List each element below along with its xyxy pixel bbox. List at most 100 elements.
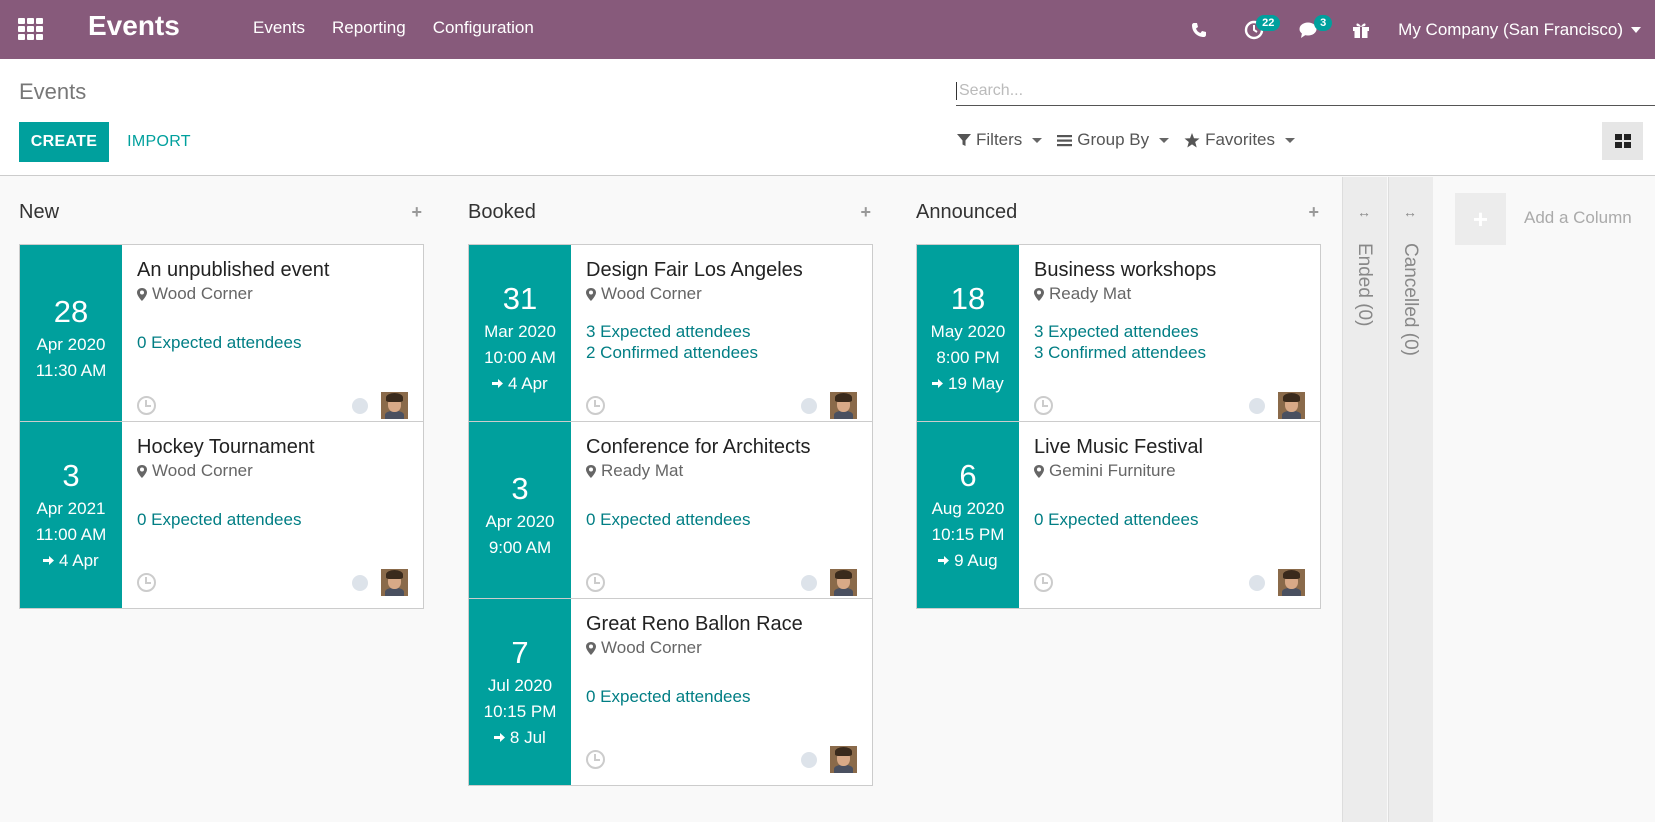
event-name: Hockey Tournament — [137, 436, 315, 458]
kanban-state-dot[interactable] — [352, 397, 368, 414]
chat-icon[interactable]: 3 — [1290, 0, 1333, 59]
activity-icon[interactable]: 22 — [1234, 0, 1281, 59]
kanban-icon — [1614, 134, 1631, 148]
event-date: 6 Aug 2020 10:15 PM 9 Aug — [917, 422, 1019, 608]
expected-attendees: 3 Expected attendees — [586, 322, 751, 341]
expected-attendees: 0 Expected attendees — [586, 510, 751, 529]
apps-menu-icon[interactable] — [18, 18, 43, 40]
event-location: Wood Corner — [137, 461, 408, 481]
event-card[interactable]: 6 Aug 2020 10:15 PM 9 Aug Live Music Fes… — [916, 421, 1321, 609]
event-card[interactable]: 18 May 2020 8:00 PM 19 May Business work… — [916, 244, 1321, 432]
event-card[interactable]: 7 Jul 2020 10:15 PM 8 Jul Great Reno Bal… — [468, 598, 873, 786]
kanban-column-cancelled-folded[interactable]: ↔ Cancelled (0) — [1388, 177, 1433, 822]
quick-create-icon[interactable]: + — [411, 202, 422, 223]
activity-clock-icon[interactable] — [137, 396, 156, 415]
favorites-label: Favorites — [1205, 130, 1276, 149]
kanban-board: New + 28 Apr 2020 11:30 AM An unpublishe… — [0, 177, 1655, 822]
kanban-view-button[interactable] — [1602, 122, 1643, 160]
expected-attendees: 3 Expected attendees — [1034, 322, 1199, 341]
event-end-date: 4 Apr — [59, 551, 99, 570]
caret-down-icon — [1159, 137, 1170, 143]
column-header: Booked + — [468, 197, 873, 227]
kanban-state-dot[interactable] — [1249, 397, 1265, 414]
user-avatar — [1278, 569, 1305, 596]
gift-icon[interactable] — [1346, 0, 1376, 59]
groupby-dropdown[interactable]: Group By — [1057, 130, 1170, 150]
favorites-dropdown[interactable]: Favorites — [1184, 130, 1296, 150]
quick-create-icon[interactable]: + — [1308, 202, 1319, 223]
event-date: 3 Apr 2021 11:00 AM 4 Apr — [20, 422, 122, 608]
event-month: Aug 2020 — [931, 499, 1005, 518]
kanban-state-dot[interactable] — [801, 397, 817, 414]
filter-icon — [957, 134, 971, 146]
expand-arrows-icon: ↔ — [1403, 204, 1417, 220]
app-brand[interactable]: Events — [88, 10, 180, 42]
event-time: 9:00 AM — [488, 538, 552, 557]
arrow-right-icon — [494, 733, 506, 742]
event-card[interactable]: 31 Mar 2020 10:00 AM 4 Apr Design Fair L… — [468, 244, 873, 432]
event-attendees: 0 Expected attendees — [137, 509, 408, 530]
event-month: Apr 2020 — [36, 335, 106, 354]
user-avatar — [381, 569, 408, 596]
event-day: 28 — [53, 294, 89, 329]
kanban-state-dot[interactable] — [801, 574, 817, 591]
folded-column-title: Cancelled (0) — [1400, 243, 1421, 356]
add-column-button[interactable]: + — [1455, 193, 1506, 245]
breadcrumb: Events — [19, 79, 87, 104]
event-date: 7 Jul 2020 10:15 PM 8 Jul — [469, 599, 571, 785]
event-end: 9 Aug — [938, 548, 998, 574]
activity-clock-icon[interactable] — [1034, 573, 1053, 592]
activity-clock-icon[interactable] — [586, 573, 605, 592]
phone-icon[interactable] — [1184, 0, 1214, 59]
event-location: Wood Corner — [586, 284, 857, 304]
event-month: Mar 2020 — [484, 322, 556, 341]
event-attendees: 3 Expected attendees 3 Confirmed attende… — [1034, 321, 1305, 363]
event-card[interactable]: 28 Apr 2020 11:30 AM An unpublished even… — [19, 244, 424, 432]
quick-create-icon[interactable]: + — [860, 202, 871, 223]
systray: 22 3 My Company (San Francisco) — [1184, 0, 1655, 59]
caret-down-icon — [1032, 137, 1043, 143]
column-title: Booked — [468, 200, 536, 223]
caret-down-icon — [1285, 137, 1296, 143]
event-attendees: 0 Expected attendees — [586, 509, 857, 530]
folded-column-title: Ended (0) — [1354, 243, 1375, 327]
kanban-state-dot[interactable] — [801, 751, 817, 768]
expected-attendees: 0 Expected attendees — [137, 510, 302, 529]
activity-clock-icon[interactable] — [137, 573, 156, 592]
menu-item-configuration[interactable]: Configuration — [433, 18, 534, 38]
map-marker-icon — [137, 287, 147, 301]
filters-dropdown[interactable]: Filters — [957, 130, 1043, 150]
event-end: 19 May — [932, 371, 1004, 397]
search-bar — [956, 76, 1655, 106]
add-column-label[interactable]: Add a Column — [1524, 208, 1632, 228]
activity-clock-icon[interactable] — [1034, 396, 1053, 415]
event-day: 3 — [511, 471, 529, 506]
event-time: 8:00 PM — [936, 348, 1000, 367]
kanban-state-dot[interactable] — [352, 574, 368, 591]
event-month: Apr 2021 — [36, 499, 106, 518]
groupby-label: Group By — [1077, 130, 1150, 149]
company-switcher[interactable]: My Company (San Francisco) — [1398, 20, 1641, 40]
event-time: 11:00 AM — [35, 525, 107, 544]
create-button[interactable]: CREATE — [19, 122, 109, 162]
event-date: 28 Apr 2020 11:30 AM — [20, 245, 122, 431]
arrow-right-icon — [492, 379, 504, 388]
search-input[interactable] — [956, 81, 1655, 100]
event-card[interactable]: 3 Apr 2020 9:00 AM Conference for Archit… — [468, 421, 873, 609]
event-day: 7 — [511, 635, 529, 670]
event-date: 31 Mar 2020 10:00 AM 4 Apr — [469, 245, 571, 431]
event-end-date: 9 Aug — [954, 551, 998, 570]
activity-clock-icon[interactable] — [586, 396, 605, 415]
user-avatar — [830, 569, 857, 596]
kanban-state-dot[interactable] — [1249, 574, 1265, 591]
menu-item-reporting[interactable]: Reporting — [332, 18, 406, 38]
event-card[interactable]: 3 Apr 2021 11:00 AM 4 Apr Hockey Tournam… — [19, 421, 424, 609]
event-name: Conference for Architects — [586, 436, 811, 458]
event-month: Jul 2020 — [487, 676, 553, 695]
menu-item-events[interactable]: Events — [253, 18, 305, 38]
event-location-text: Wood Corner — [601, 284, 702, 303]
map-marker-icon — [586, 464, 596, 478]
import-button[interactable]: IMPORT — [127, 122, 191, 162]
kanban-column-ended-folded[interactable]: ↔ Ended (0) — [1342, 177, 1387, 822]
activity-clock-icon[interactable] — [586, 750, 605, 769]
